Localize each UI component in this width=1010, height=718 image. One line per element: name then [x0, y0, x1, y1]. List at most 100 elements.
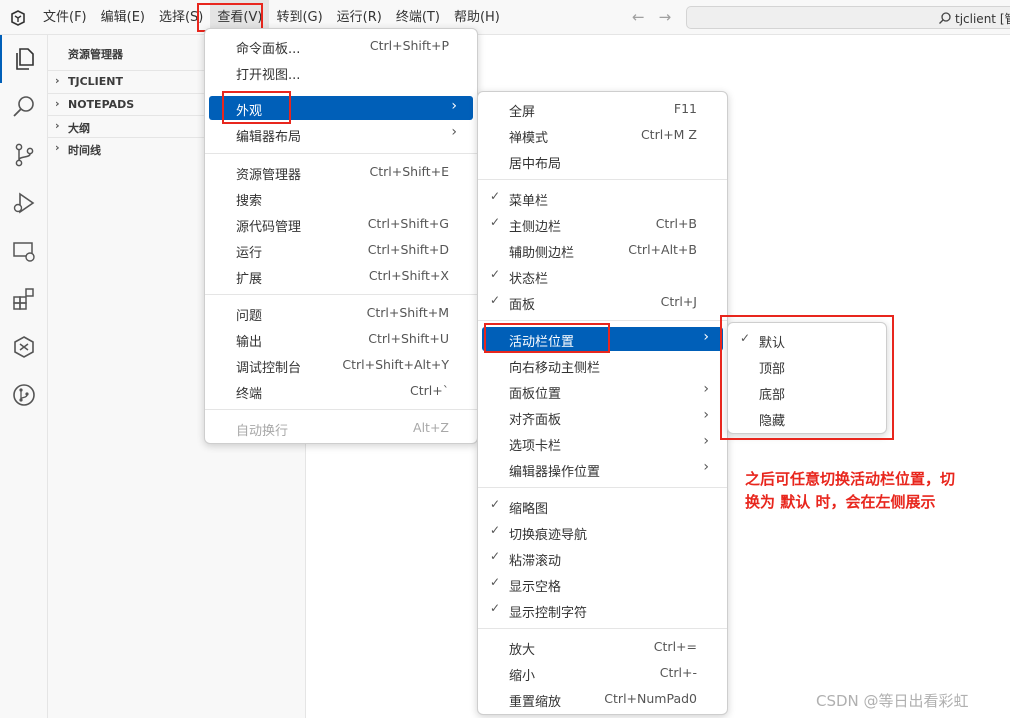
chevron-right-icon: › — [451, 98, 457, 114]
menu-item-explorer[interactable]: 资源管理器 Ctrl+Shift+E — [209, 160, 473, 184]
menu-file[interactable]: 文件(F) — [36, 0, 94, 35]
menu-item-label: 状态栏 — [509, 272, 549, 287]
menu-item-command-palette[interactable]: 命令面板... Ctrl+Shift+P — [209, 34, 473, 58]
menu-item-label: 向右移动主侧栏 — [509, 361, 601, 376]
menu-item-extensions[interactable]: 扩展 Ctrl+Shift+X — [209, 264, 473, 288]
menu-item-reset-zoom[interactable]: 重置缩放 Ctrl+NumPad0 — [482, 687, 723, 711]
menu-item-editor-layout[interactable]: 编辑器布局 › — [209, 122, 473, 146]
menu-item-position-default[interactable]: ✓ 默认 — [732, 328, 882, 352]
menu-item-shortcut: F11 — [673, 101, 697, 116]
menu-item-position-hidden[interactable]: 隐藏 — [732, 406, 882, 430]
menu-item-status-bar[interactable]: ✓ 状态栏 — [482, 264, 723, 288]
menu-item-position-bottom[interactable]: 底部 — [732, 380, 882, 404]
menu-item-label: 问题 — [236, 309, 263, 324]
menu-item-label: 缩略图 — [509, 502, 549, 517]
menu-item-label: 搜索 — [236, 194, 263, 209]
vscode-logo-icon — [11, 10, 25, 26]
check-icon: ✓ — [490, 523, 501, 537]
command-center-label: tjclient [管 — [955, 12, 1010, 26]
menu-item-menu-bar[interactable]: ✓ 菜单栏 — [482, 186, 723, 210]
menu-item-word-wrap: 自动换行 Alt+Z — [209, 416, 473, 440]
menu-item-label: 菜单栏 — [509, 194, 549, 209]
menu-item-search[interactable]: 搜索 — [209, 186, 473, 210]
chevron-right-icon: › — [703, 433, 709, 449]
section-label: 时间线 — [68, 144, 101, 157]
check-icon: ✓ — [490, 267, 501, 281]
menu-item-output[interactable]: 输出 Ctrl+Shift+U — [209, 327, 473, 351]
menu-item-shortcut: Ctrl+Shift+D — [367, 242, 449, 257]
section-label: NOTEPADS — [68, 98, 135, 111]
menu-item-secondary-sidebar[interactable]: 辅助侧边栏 Ctrl+Alt+B — [482, 238, 723, 262]
activity-copilot[interactable] — [0, 323, 48, 371]
menu-item-shortcut: Ctrl+Shift+Alt+Y — [342, 357, 449, 372]
check-icon: ✓ — [490, 549, 501, 563]
menu-item-tab-bar[interactable]: 选项卡栏 › — [482, 431, 723, 455]
menu-item-zoom-in[interactable]: 放大 Ctrl+= — [482, 635, 723, 659]
extensions-icon — [13, 288, 34, 310]
remote-explorer-icon — [13, 242, 35, 262]
menu-item-label: 对齐面板 — [509, 413, 562, 428]
menu-item-centered-layout[interactable]: 居中布局 — [482, 149, 723, 173]
menu-item-align-panel[interactable]: 对齐面板 › — [482, 405, 723, 429]
menu-item-panel-position[interactable]: 面板位置 › — [482, 379, 723, 403]
menu-item-editor-actions-position[interactable]: 编辑器操作位置 › — [482, 457, 723, 481]
check-icon: ✓ — [490, 601, 501, 615]
menu-separator — [205, 294, 477, 295]
activity-git-graph[interactable] — [0, 371, 48, 419]
forward-arrow-icon[interactable]: → — [659, 8, 672, 26]
menu-item-panel[interactable]: ✓ 面板 Ctrl+J — [482, 290, 723, 314]
menu-item-render-control-chars[interactable]: ✓ 显示控制字符 — [482, 598, 723, 622]
activity-extensions[interactable] — [0, 275, 48, 323]
menu-item-label: 调试控制台 — [236, 361, 302, 376]
menu-item-minimap[interactable]: ✓ 缩略图 — [482, 494, 723, 518]
activity-search[interactable] — [0, 83, 48, 131]
activity-explorer[interactable] — [0, 35, 48, 83]
menu-item-problems[interactable]: 问题 Ctrl+Shift+M — [209, 301, 473, 325]
menu-item-activity-bar-position[interactable]: 活动栏位置 › — [482, 327, 723, 351]
menu-selection[interactable]: 选择(S) — [152, 0, 210, 35]
menu-item-label: 打开视图... — [236, 68, 301, 83]
annotation-note: 之后可任意切换活动栏位置，切 换为 默认 时，会在左侧展示 — [745, 468, 1005, 514]
section-label: TJCLIENT — [68, 75, 123, 88]
check-icon: ✓ — [490, 189, 501, 203]
activity-remote-explorer[interactable] — [0, 227, 48, 275]
menu-item-shortcut: Ctrl+Shift+E — [369, 164, 450, 179]
menu-item-sticky-scroll[interactable]: ✓ 粘滞滚动 — [482, 546, 723, 570]
menu-item-position-top[interactable]: 顶部 — [732, 354, 882, 378]
command-center[interactable]: tjclient [管 — [686, 6, 1010, 29]
menu-item-move-sidebar-right[interactable]: 向右移动主侧栏 — [482, 353, 723, 377]
menu-item-appearance[interactable]: 外观 › — [209, 96, 473, 120]
check-icon: ✓ — [740, 331, 751, 345]
menu-item-source-control[interactable]: 源代码管理 Ctrl+Shift+G — [209, 212, 473, 236]
menu-edit[interactable]: 编辑(E) — [94, 0, 152, 35]
menu-item-label: 顶部 — [759, 362, 786, 377]
menu-item-label: 活动栏位置 — [509, 335, 575, 350]
menu-item-terminal[interactable]: 终端 Ctrl+` — [209, 379, 473, 403]
menu-item-zen-mode[interactable]: 禅模式 Ctrl+M Z — [482, 123, 723, 147]
menu-item-full-screen[interactable]: 全屏 F11 — [482, 97, 723, 121]
chevron-right-icon: › — [55, 97, 60, 110]
back-arrow-icon[interactable]: ← — [632, 8, 645, 26]
menu-item-breadcrumbs[interactable]: ✓ 切换痕迹导航 — [482, 520, 723, 544]
chevron-right-icon: › — [703, 381, 709, 397]
run-debug-icon — [13, 192, 35, 214]
menu-item-primary-sidebar[interactable]: ✓ 主侧边栏 Ctrl+B — [482, 212, 723, 236]
check-icon: ✓ — [490, 293, 501, 307]
menu-item-shortcut: Ctrl+Shift+G — [367, 216, 449, 231]
menu-item-label: 显示控制字符 — [509, 606, 588, 621]
menu-item-zoom-out[interactable]: 缩小 Ctrl+- — [482, 661, 723, 685]
menu-item-debug-console[interactable]: 调试控制台 Ctrl+Shift+Alt+Y — [209, 353, 473, 377]
activity-source-control[interactable] — [0, 131, 48, 179]
menu-separator — [205, 153, 477, 154]
menu-item-label: 辅助侧边栏 — [509, 246, 575, 261]
view-menu: 命令面板... Ctrl+Shift+P 打开视图... 外观 › 编辑器布局 … — [204, 28, 478, 444]
annotation-line: 之后可任意切换活动栏位置，切 — [745, 470, 956, 488]
menu-item-run[interactable]: 运行 Ctrl+Shift+D — [209, 238, 473, 262]
menu-item-shortcut: Ctrl+B — [655, 216, 697, 231]
menu-item-label: 输出 — [236, 335, 263, 350]
menu-item-open-view[interactable]: 打开视图... — [209, 60, 473, 84]
menu-item-render-whitespace[interactable]: ✓ 显示空格 — [482, 572, 723, 596]
search-icon — [939, 12, 951, 24]
menu-item-shortcut: Ctrl+` — [410, 383, 449, 398]
activity-run-debug[interactable] — [0, 179, 48, 227]
